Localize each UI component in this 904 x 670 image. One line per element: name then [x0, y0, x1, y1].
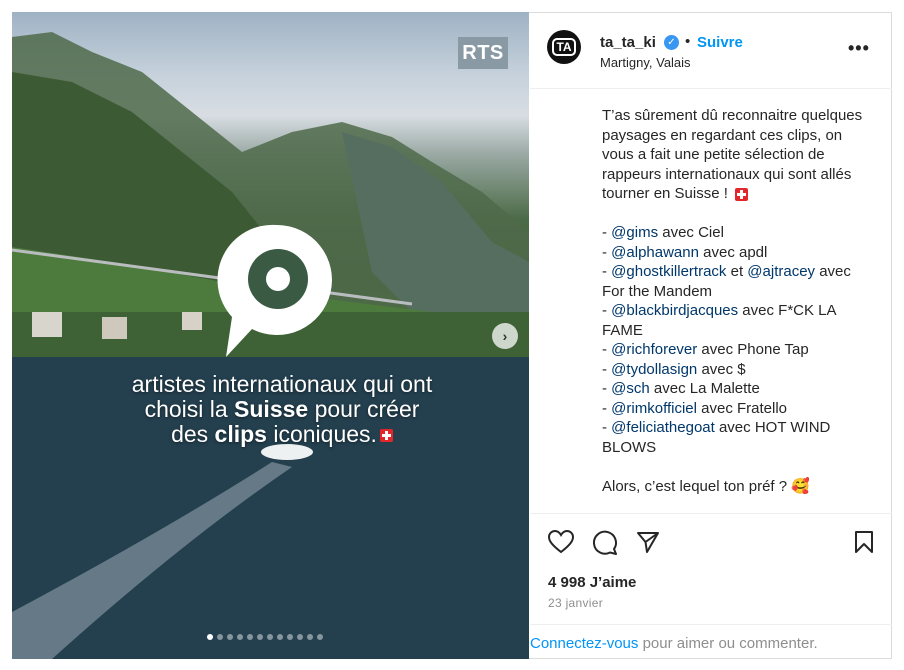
like-heart-icon[interactable]: [548, 530, 574, 554]
caption-list-item: - @alphawann avec apdl: [602, 243, 768, 261]
mention-link[interactable]: @alphawann: [611, 244, 699, 261]
mention-link[interactable]: @tydollasign: [611, 361, 697, 378]
mention-link[interactable]: @ghostkillertrack: [611, 263, 726, 280]
carousel-dot: [297, 634, 303, 640]
caption-list-item: - @blackbirdjacques avec F*CK LA FAME: [602, 302, 836, 339]
overlay-line-3: des clips iconiques.: [72, 422, 492, 447]
comment-icon[interactable]: [592, 530, 618, 556]
caption-list-item: - @rimkofficiel avec Fratello: [602, 399, 788, 417]
number-nine-graphic: [217, 224, 332, 357]
media-overlay-text: artistes internationaux qui ont choisi l…: [72, 372, 492, 447]
post-sidebar: TA ta_ta_ki ✓ • Suivre Martigny, Valais …: [530, 12, 892, 659]
separator-dot: •: [685, 33, 691, 50]
caption-list: - @gims avec Ciel - @alphawann avec apdl -…: [602, 223, 867, 457]
carousel-dot: [217, 634, 223, 640]
caption-intro: T’as sûrement dû reconnaitre quelques pa…: [602, 107, 863, 202]
mention-link[interactable]: @sch: [611, 380, 650, 397]
caption-list-item: - @tydollasign avec $: [602, 360, 746, 378]
mention-link[interactable]: @ajtracey: [747, 263, 815, 280]
overlay-line-2: choisi la Suisse pour créer: [144, 396, 420, 422]
post-caption: T’as sûrement dû reconnaitre quelques pa…: [602, 106, 867, 496]
carousel-dot: [227, 634, 233, 640]
mention-link[interactable]: @blackbirdjacques: [611, 302, 738, 319]
mention-link[interactable]: @feliciathegoat: [611, 419, 715, 436]
caption-list-item: - @feliciathegoat avec HOT WIND BLOWS: [602, 419, 831, 456]
caption-outro: Alors, c’est lequel ton préf ? 🥰: [602, 477, 810, 495]
avatar[interactable]: TA: [547, 30, 581, 64]
carousel-dot: [237, 634, 243, 640]
likes-count[interactable]: 4 998 J’aime: [548, 574, 636, 591]
carousel-dot: [207, 634, 213, 640]
carousel-dot: [277, 634, 283, 640]
post-media[interactable]: RTS artistes internationaux qui ont choi…: [12, 12, 529, 659]
mention-link[interactable]: @richforever: [611, 341, 697, 358]
caption-list-item: - @richforever avec Phone Tap: [602, 341, 809, 358]
mention-link[interactable]: @gims: [611, 224, 658, 241]
carousel-next-button[interactable]: ›: [492, 323, 518, 349]
carousel-dot: [287, 634, 293, 640]
save-bookmark-icon[interactable]: [854, 530, 874, 554]
login-prompt: Connectez-vous pour aimer ou commenter.: [530, 624, 892, 660]
more-options-icon[interactable]: •••: [848, 38, 870, 59]
swiss-flag-icon: [735, 187, 749, 201]
follow-button[interactable]: Suivre: [697, 34, 743, 51]
rts-watermark: RTS: [458, 37, 508, 69]
overlay-line-1: artistes internationaux qui ont: [131, 371, 433, 397]
carousel-dot: [267, 634, 273, 640]
caption-list-item: - @gims avec Ciel: [602, 224, 724, 241]
carousel-dot: [247, 634, 253, 640]
post-date[interactable]: 23 janvier: [548, 596, 603, 610]
carousel-dot: [317, 634, 323, 640]
caption-list-item: - @ghostkillertrack et @ajtracey avec Fo…: [602, 263, 851, 300]
caption-list-item: - @sch avec La Malette: [602, 380, 760, 397]
verified-badge-icon: ✓: [664, 35, 679, 50]
carousel-dot: [257, 634, 263, 640]
location-link[interactable]: Martigny, Valais: [600, 55, 691, 70]
post-header: TA ta_ta_ki ✓ • Suivre Martigny, Valais …: [530, 12, 892, 89]
login-link[interactable]: Connectez-vous: [530, 635, 638, 652]
mention-link[interactable]: @rimkofficiel: [611, 400, 697, 417]
carousel-dot: [307, 634, 313, 640]
action-bar: [530, 513, 892, 572]
share-paper-plane-icon[interactable]: [636, 530, 660, 554]
login-prompt-text: pour aimer ou commenter.: [638, 635, 818, 652]
carousel-indicator: [207, 634, 323, 640]
username-link[interactable]: ta_ta_ki: [600, 34, 656, 51]
swiss-flag-icon: [379, 429, 393, 443]
